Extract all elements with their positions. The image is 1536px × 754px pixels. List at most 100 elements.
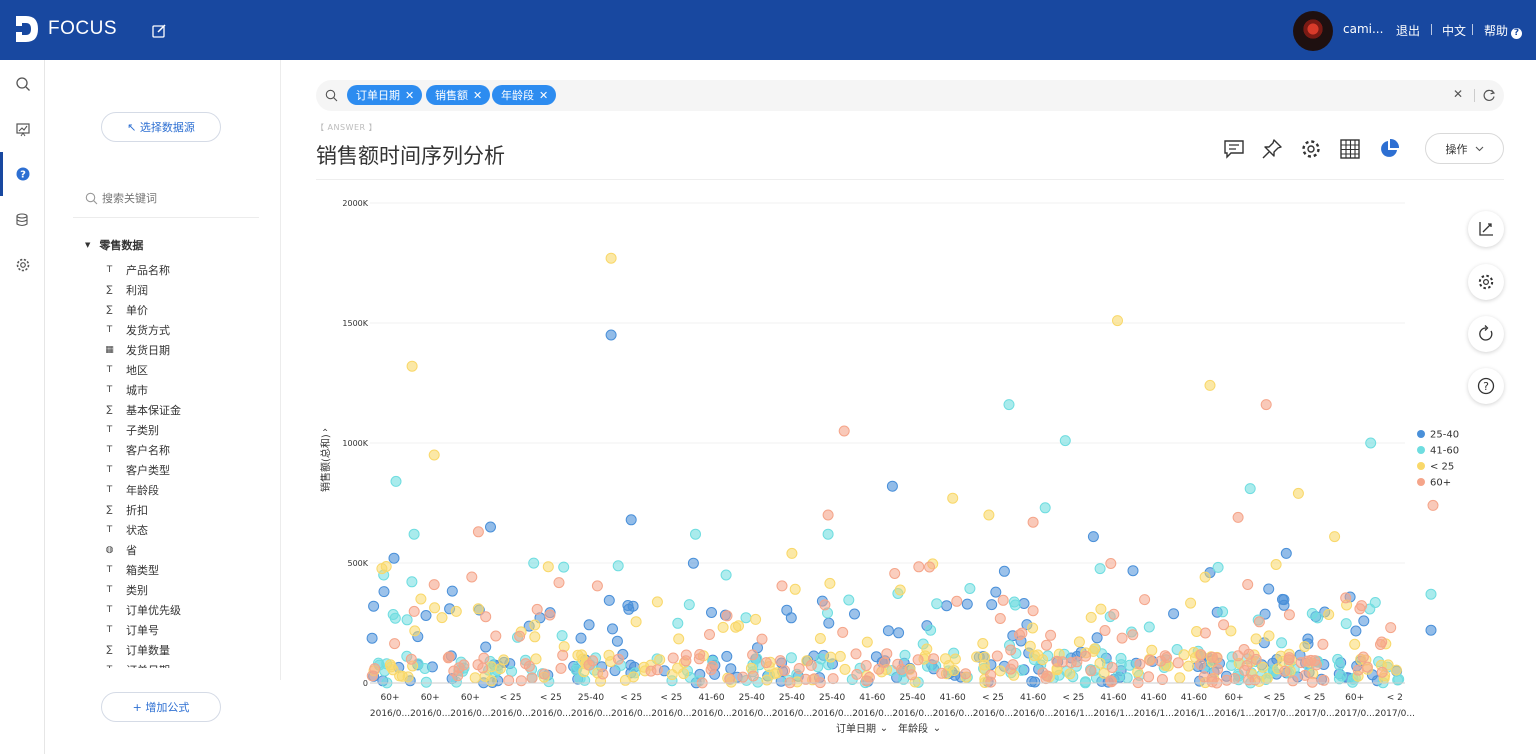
reset-button[interactable]: [1468, 316, 1504, 352]
pie-chart-icon: [1381, 138, 1400, 157]
legend-label: 60+: [1430, 478, 1451, 489]
field-label: 状态: [126, 524, 148, 537]
add-formula-button[interactable]: + 增加公式: [101, 692, 221, 722]
measure-field-icon: ∑: [106, 285, 113, 295]
field-item[interactable]: ∑ 折扣: [103, 500, 273, 520]
logout-link[interactable]: 退出: [1396, 22, 1420, 39]
database-icon: [15, 213, 28, 227]
text-field-icon: T: [106, 485, 113, 495]
nav-rail: ?: [0, 60, 45, 754]
field-item[interactable]: ▦ 发货日期: [103, 340, 273, 360]
top-bar: FOCUS cami... 退出 中文 帮助?: [0, 0, 1536, 60]
close-icon[interactable]: ✕: [539, 89, 548, 102]
measure-field-icon: ∑: [106, 505, 113, 515]
field-item[interactable]: T 地区: [103, 360, 273, 380]
legend-label: < 25: [1430, 462, 1454, 473]
user-name[interactable]: cami...: [1343, 22, 1383, 36]
settings-button[interactable]: [1298, 136, 1324, 162]
field-item[interactable]: T 客户类型: [103, 460, 273, 480]
gear-icon: [1478, 274, 1494, 290]
close-icon[interactable]: ✕: [405, 89, 414, 102]
search-chip[interactable]: 订单日期 ✕: [347, 85, 423, 105]
keyword-search-input[interactable]: [102, 191, 242, 205]
divider: [1472, 24, 1473, 35]
divider: [1431, 24, 1432, 35]
legend-marker: [1417, 462, 1425, 470]
datasource-label: 零售数据: [99, 239, 144, 252]
chart-settings-button[interactable]: [1468, 264, 1504, 300]
field-item[interactable]: ∑ 单价: [103, 300, 273, 320]
chart-view-button[interactable]: [1376, 136, 1402, 162]
answer-tag: 【 ANSWER 】: [316, 123, 378, 132]
field-label: 订单优先级: [126, 604, 181, 617]
keyword-search: [85, 186, 260, 210]
caret-down-icon: ▼: [85, 241, 91, 249]
rail-question[interactable]: ?: [0, 152, 45, 196]
field-item[interactable]: T 箱类型: [103, 560, 273, 580]
text-field-icon: T: [106, 605, 113, 615]
focus-logo[interactable]: FOCUS: [14, 14, 117, 44]
comment-button[interactable]: [1221, 136, 1247, 162]
field-item[interactable]: T 订单优先级: [103, 600, 273, 620]
field-label: 地区: [126, 364, 148, 377]
chip-label: 订单日期: [356, 89, 400, 102]
divider: [316, 179, 1504, 180]
search-chip[interactable]: 销售额 ✕: [426, 85, 491, 105]
divider: [1474, 89, 1475, 102]
avatar[interactable]: [1293, 11, 1333, 51]
field-item[interactable]: T 发货方式: [103, 320, 273, 340]
field-item[interactable]: ◍ 省: [103, 540, 273, 560]
search-icon: [85, 192, 98, 204]
select-datasource-button[interactable]: ↖ 选择数据源: [101, 112, 221, 142]
search-bar[interactable]: 订单日期 ✕ 销售额 ✕ 年龄段 ✕ ✕: [316, 80, 1504, 111]
date-field-icon: ▦: [105, 345, 114, 355]
table-view-button[interactable]: [1337, 136, 1363, 162]
axis-settings-button[interactable]: [1468, 211, 1504, 247]
pin-icon: [1262, 139, 1282, 159]
comment-icon: [1224, 140, 1244, 159]
field-item[interactable]: T 客户名称: [103, 440, 273, 460]
gear-icon: [16, 258, 29, 272]
language-link[interactable]: 中文: [1442, 22, 1466, 39]
rail-settings[interactable]: [0, 243, 45, 287]
refresh-icon[interactable]: [1482, 88, 1496, 102]
operations-dropdown[interactable]: 操作: [1425, 133, 1504, 164]
field-item[interactable]: T 产品名称: [103, 260, 273, 280]
text-field-icon: T: [106, 385, 113, 395]
field-item[interactable]: ∑ 利润: [103, 280, 273, 300]
svg-text:?: ?: [20, 170, 26, 181]
datasource-tree-root[interactable]: ▼ 零售数据: [85, 237, 143, 253]
legend-marker: [1417, 478, 1425, 486]
field-item[interactable]: T 状态: [103, 520, 273, 540]
search-chip[interactable]: 年龄段 ✕: [492, 85, 557, 105]
field-item[interactable]: ∑ 基本保证金: [103, 400, 273, 420]
chart-help-button[interactable]: ?: [1468, 368, 1504, 404]
text-field-icon: T: [106, 465, 113, 475]
rail-database[interactable]: [0, 198, 45, 242]
clear-search-icon[interactable]: ✕: [1453, 87, 1463, 101]
field-item[interactable]: T 城市: [103, 380, 273, 400]
field-item[interactable]: ∑ 订单数量: [103, 640, 273, 660]
field-item[interactable]: T 类别: [103, 580, 273, 600]
geo-field-icon: ◍: [105, 545, 114, 555]
measure-field-icon: ∑: [106, 305, 113, 315]
operations-label: 操作: [1445, 142, 1468, 156]
text-field-icon: T: [106, 565, 113, 575]
field-label: 城市: [126, 384, 148, 397]
refresh-icon: [1479, 325, 1493, 341]
rail-search[interactable]: [0, 62, 45, 106]
field-item[interactable]: T 子类别: [103, 420, 273, 440]
edit-icon[interactable]: [150, 22, 168, 40]
chip-label: 销售额: [435, 89, 468, 102]
field-item[interactable]: T 订单号: [103, 620, 273, 640]
measure-field-icon: ∑: [106, 405, 113, 415]
gear-icon: [1302, 140, 1320, 158]
field-item[interactable]: T 订单日期: [103, 660, 273, 668]
close-icon[interactable]: ✕: [473, 89, 482, 102]
search-icon: [15, 77, 30, 91]
field-item[interactable]: T 年龄段: [103, 480, 273, 500]
field-label: 折扣: [126, 504, 148, 517]
help-link[interactable]: 帮助?: [1484, 22, 1523, 39]
pin-button[interactable]: [1259, 136, 1285, 162]
rail-board[interactable]: [0, 107, 45, 151]
